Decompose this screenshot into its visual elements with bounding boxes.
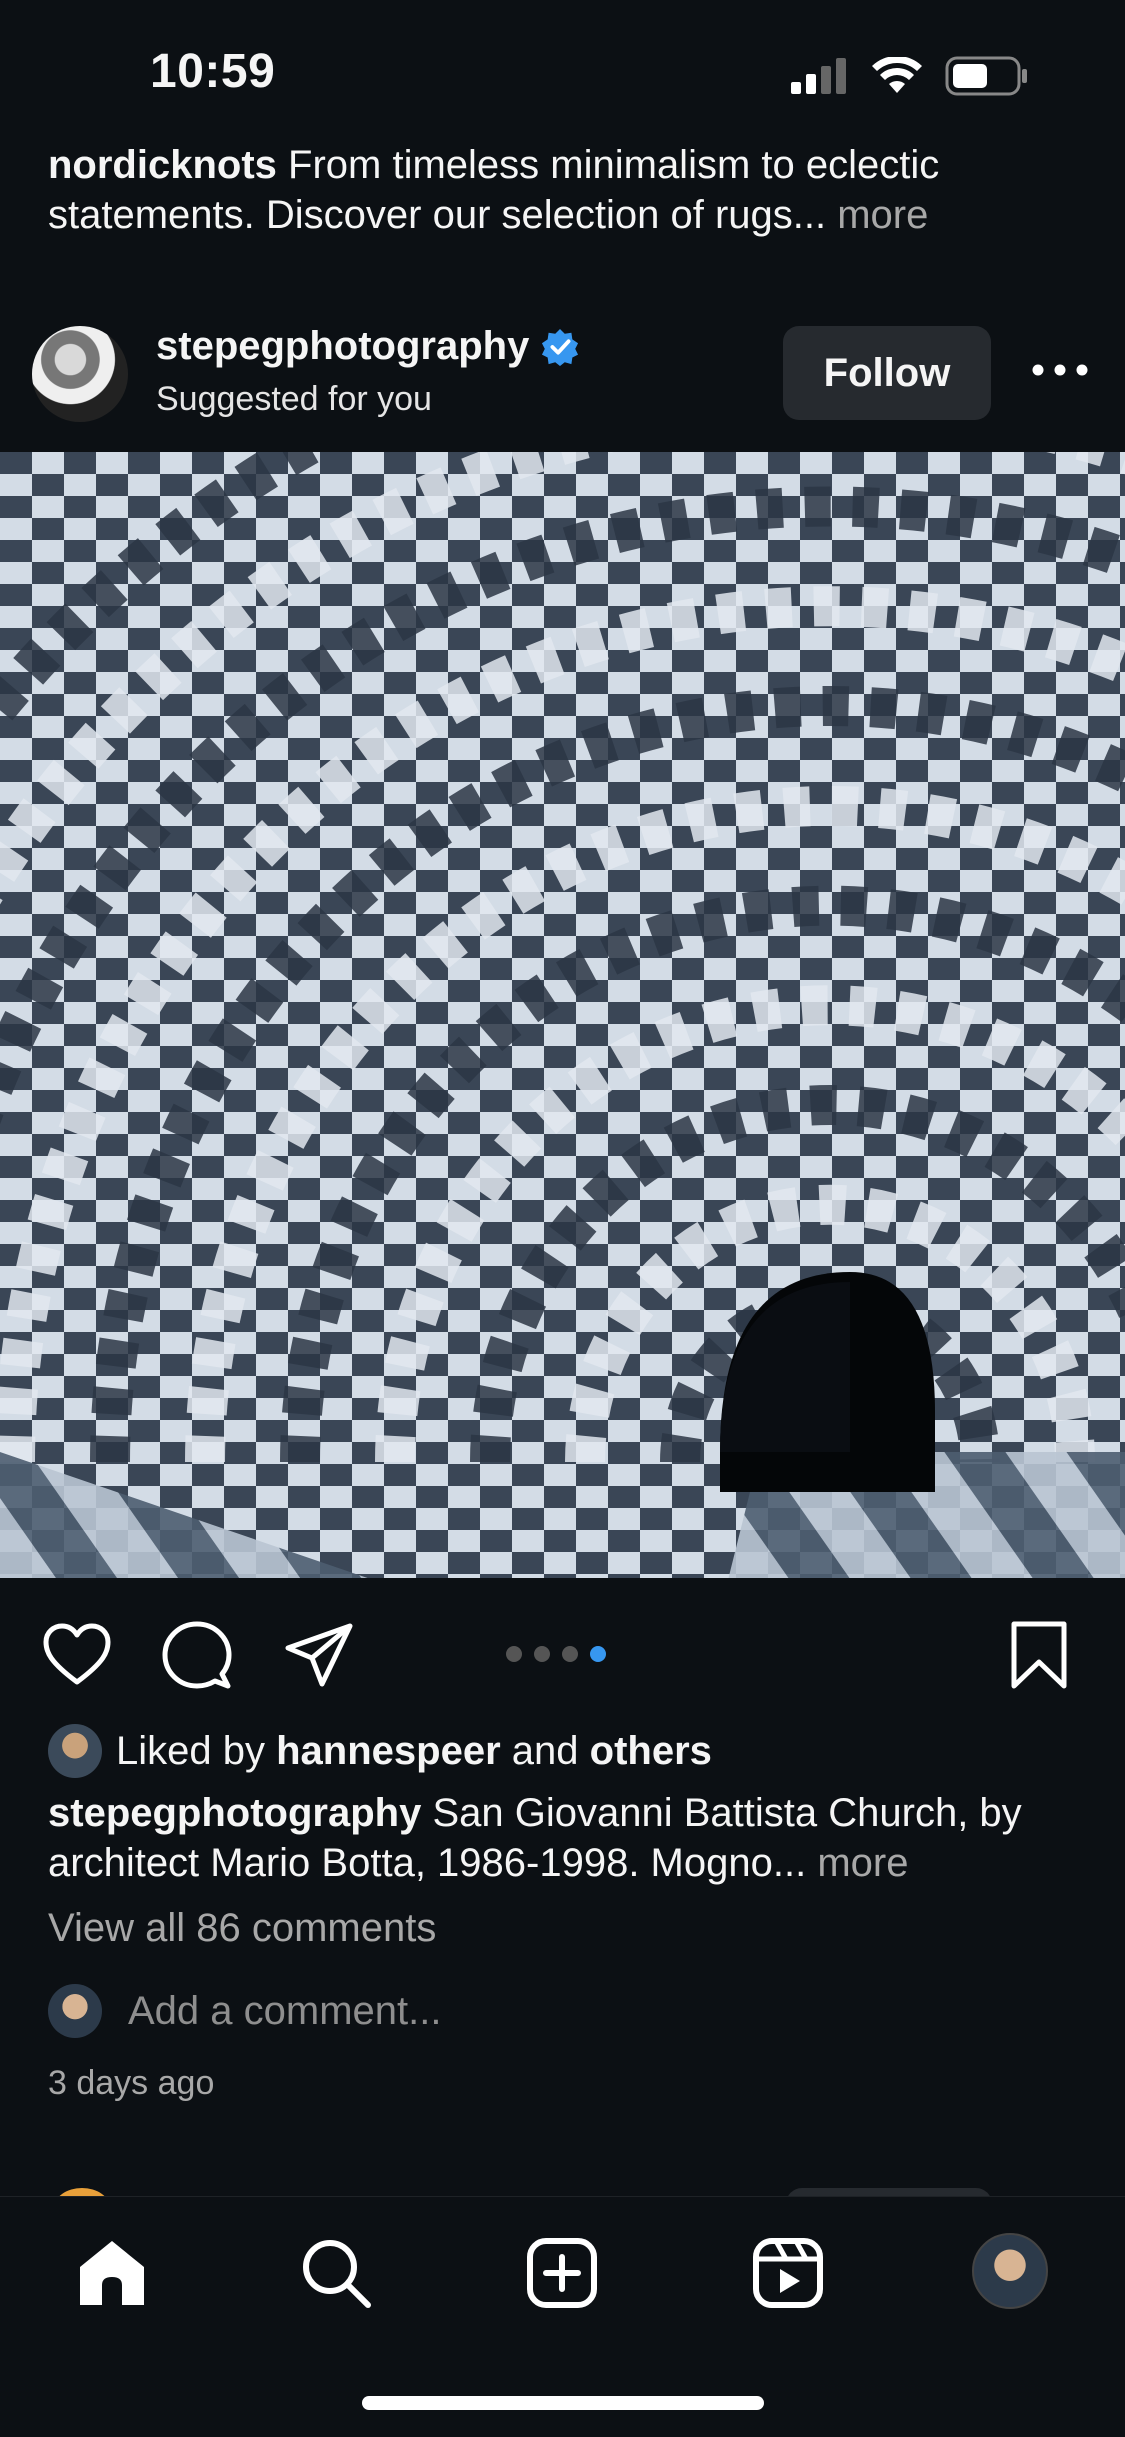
search-icon[interactable] <box>296 2233 376 2313</box>
post-image[interactable] <box>0 452 1125 1578</box>
follow-button[interactable]: Follow <box>783 326 991 420</box>
post-actions <box>0 1610 1125 1690</box>
profile-tab-avatar[interactable] <box>972 2233 1048 2309</box>
previous-post-more-link[interactable]: more <box>837 193 928 237</box>
comment-icon[interactable] <box>160 1618 234 1692</box>
bookmark-icon[interactable] <box>1002 1618 1076 1692</box>
my-avatar <box>48 1984 102 2038</box>
wifi-icon <box>872 57 922 93</box>
carousel-dot <box>562 1646 578 1662</box>
previous-post-caption: nordicknots From timeless minimalism to … <box>48 140 1088 240</box>
liker-username[interactable]: hannespeer <box>276 1729 501 1773</box>
likes-and: and <box>511 1728 579 1773</box>
author-avatar[interactable] <box>32 326 128 422</box>
carousel-indicator <box>506 1646 606 1662</box>
view-comments-link[interactable]: View all 86 comments <box>48 1906 436 1951</box>
status-icons <box>791 56 1029 96</box>
post-caption: stepegphotography San Giovanni Battista … <box>48 1788 1088 1888</box>
home-icon[interactable] <box>72 2233 152 2313</box>
liker-avatar <box>48 1724 102 1778</box>
share-icon[interactable] <box>282 1618 356 1692</box>
post-photo <box>0 452 1125 1578</box>
battery-icon <box>945 56 1027 96</box>
add-comment-input[interactable]: Add a comment... <box>128 1989 441 2034</box>
likes-prefix: Liked by <box>116 1728 265 1773</box>
carousel-dot-active <box>590 1646 606 1662</box>
more-options-icon[interactable] <box>1028 348 1092 392</box>
likes-others[interactable]: others <box>590 1729 712 1773</box>
post-timestamp: 3 days ago <box>48 2064 215 2102</box>
verified-badge-icon <box>542 328 579 366</box>
likes-row[interactable]: Liked by hannespeer and others <box>48 1724 712 1778</box>
home-indicator <box>362 2396 764 2410</box>
heart-icon[interactable] <box>40 1618 114 1692</box>
caption-username[interactable]: stepegphotography <box>48 1791 421 1835</box>
previous-post-username[interactable]: nordicknots <box>48 143 277 187</box>
create-icon[interactable] <box>522 2233 602 2313</box>
carousel-dot <box>534 1646 550 1662</box>
signal-icon <box>791 58 846 94</box>
reels-icon[interactable] <box>748 2233 828 2313</box>
suggested-label: Suggested for you <box>156 380 432 418</box>
status-bar: 10:59 <box>0 0 1125 150</box>
carousel-dot <box>506 1646 522 1662</box>
add-comment-row[interactable]: Add a comment... <box>48 1984 441 2038</box>
status-time: 10:59 <box>150 45 276 98</box>
post-header: stepegphotography Suggested for you Foll… <box>0 318 1125 438</box>
author-row: stepegphotography <box>156 324 579 369</box>
author-username[interactable]: stepegphotography <box>156 324 529 369</box>
caption-more-link[interactable]: more <box>817 1841 908 1885</box>
